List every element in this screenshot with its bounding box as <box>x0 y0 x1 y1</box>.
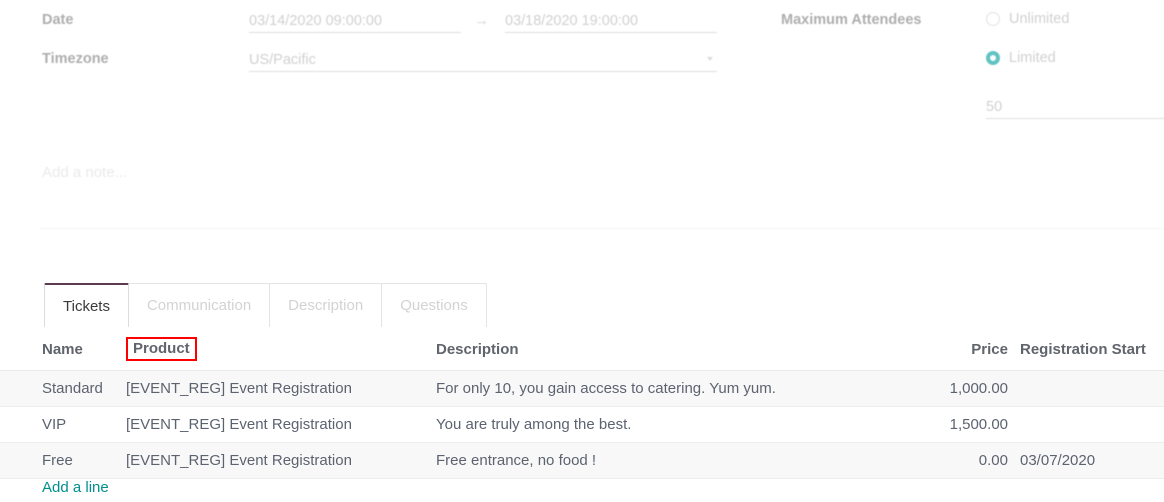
table-row[interactable]: Free [EVENT_REG] Event Registration Free… <box>0 442 1164 479</box>
cell-description[interactable]: For only 10, you gain access to catering… <box>436 370 928 407</box>
cell-price[interactable]: 1,500.00 <box>928 406 1008 443</box>
timezone-select[interactable]: US/Pacific <box>249 50 717 72</box>
radio-limited-label: Limited <box>1009 50 1056 66</box>
table-row[interactable]: Standard [EVENT_REG] Event Registration … <box>0 370 1164 407</box>
cell-price[interactable]: 1,000.00 <box>928 370 1008 407</box>
cell-product[interactable]: [EVENT_REG] Event Registration <box>126 406 436 443</box>
tab-communication[interactable]: Communication <box>127 283 271 327</box>
cell-name[interactable]: VIP <box>0 406 126 443</box>
table-header-row: Name Product Description Price Registrat… <box>0 327 1164 371</box>
cell-product[interactable]: [EVENT_REG] Event Registration <box>126 442 436 479</box>
max-attendees-input[interactable]: 50 <box>986 97 1164 119</box>
column-header-description[interactable]: Description <box>436 327 928 371</box>
radio-unlimited-icon <box>986 12 1000 26</box>
cell-registration-start[interactable] <box>1008 370 1164 407</box>
tab-bar: Tickets Communication Description Questi… <box>0 282 1164 327</box>
chevron-down-icon <box>707 57 713 61</box>
tab-description[interactable]: Description <box>269 283 383 327</box>
timezone-value: US/Pacific <box>249 52 316 68</box>
timezone-label: Timezone <box>42 51 109 67</box>
maximum-attendees-label: Maximum Attendees <box>781 12 922 28</box>
radio-unlimited[interactable]: Unlimited <box>986 11 1069 27</box>
cell-product[interactable]: [EVENT_REG] Event Registration <box>126 370 436 407</box>
date-label: Date <box>42 12 74 28</box>
cell-name[interactable]: Standard <box>0 370 126 407</box>
tickets-table: Name Product Description Price Registrat… <box>0 327 1164 479</box>
cell-registration-start[interactable] <box>1008 406 1164 443</box>
column-header-name[interactable]: Name <box>0 327 126 371</box>
event-form-area: Date 03/14/2020 09:00:00 → 03/18/2020 19… <box>0 0 1164 248</box>
cell-description[interactable]: You are truly among the best. <box>436 406 928 443</box>
note-placeholder[interactable]: Add a note... <box>42 164 127 181</box>
tab-questions[interactable]: Questions <box>381 283 487 327</box>
add-a-line-link[interactable]: Add a line <box>42 479 109 496</box>
tab-tickets[interactable]: Tickets <box>44 283 129 327</box>
date-start-input[interactable]: 03/14/2020 09:00:00 <box>249 11 461 33</box>
note-divider <box>40 228 1164 229</box>
cell-registration-start[interactable]: 03/07/2020 <box>1008 442 1164 479</box>
radio-unlimited-label: Unlimited <box>1009 11 1070 27</box>
cell-price[interactable]: 0.00 <box>928 442 1008 479</box>
date-range-arrow-icon: → <box>474 12 489 29</box>
table-row[interactable]: VIP [EVENT_REG] Event Registration You a… <box>0 406 1164 443</box>
column-header-price[interactable]: Price <box>928 327 1008 371</box>
column-header-registration-start[interactable]: Registration Start <box>1008 327 1164 371</box>
column-header-product-label: Product <box>126 337 197 361</box>
cell-description[interactable]: Free entrance, no food ! <box>436 442 928 479</box>
date-end-input[interactable]: 03/18/2020 19:00:00 <box>505 11 717 33</box>
cell-name[interactable]: Free <box>0 442 126 479</box>
radio-limited[interactable]: Limited <box>986 50 1056 66</box>
column-header-product[interactable]: Product <box>126 327 436 371</box>
radio-limited-icon <box>986 51 1000 65</box>
product-header-highlight: Product <box>126 337 197 361</box>
